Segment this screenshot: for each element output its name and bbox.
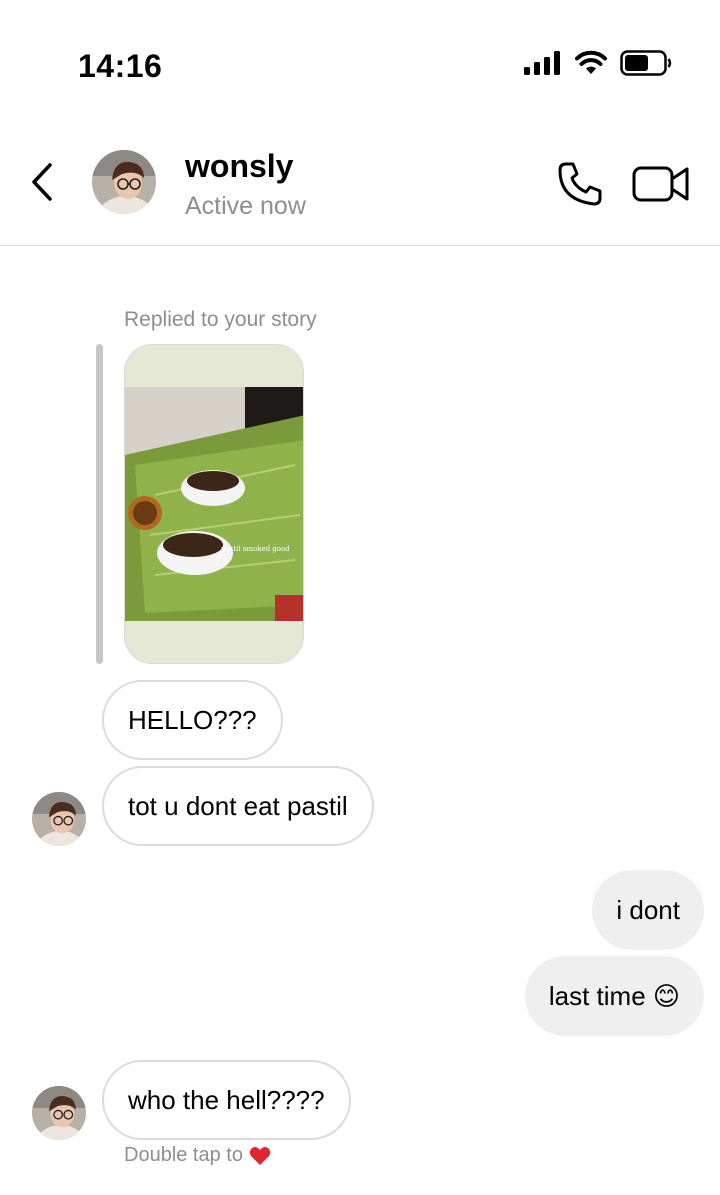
video-call-button[interactable] — [632, 160, 690, 208]
back-button[interactable] — [26, 160, 58, 204]
reply-indicator-bar — [96, 344, 103, 664]
avatar[interactable] — [92, 150, 156, 214]
avatar[interactable] — [32, 792, 86, 846]
call-button[interactable] — [556, 160, 604, 208]
heart-icon — [249, 1146, 271, 1165]
story-thumbnail[interactable]: pastil smoked good — [124, 344, 304, 664]
phone-icon — [558, 162, 602, 206]
chevron-left-icon — [32, 163, 52, 201]
chat-header: wonsly Active now — [0, 130, 720, 246]
message-text: i dont — [616, 894, 680, 925]
contact-name[interactable]: wonsly — [185, 148, 293, 185]
message-bubble[interactable]: i dont — [592, 870, 704, 950]
status-time: 14:16 — [78, 48, 163, 84]
message-text: who the hell???? — [128, 1084, 325, 1115]
video-camera-icon — [632, 166, 689, 202]
message-bubble[interactable]: who the hell???? — [102, 1060, 351, 1140]
wifi-icon — [575, 50, 607, 74]
replied-to-story-label: Replied to your story — [124, 308, 317, 331]
message-bubble[interactable]: last time 😊 — [524, 956, 704, 1036]
direct-message-screen: 14:16 wonsly Active now Replied to your … — [0, 0, 720, 1195]
status-icons — [524, 50, 672, 76]
double-tap-hint: Double tap to — [124, 1144, 271, 1167]
double-tap-label: Double tap to — [124, 1144, 243, 1166]
signal-icon — [524, 51, 560, 75]
message-bubble[interactable]: tot u dont eat pastil — [102, 766, 374, 846]
contact-status: Active now — [185, 192, 306, 220]
message-text: tot u dont eat pastil — [128, 790, 348, 821]
message-text: HELLO??? — [128, 704, 257, 735]
story-caption: pastil smoked good — [221, 545, 290, 553]
battery-icon — [620, 50, 672, 76]
message-bubble[interactable]: HELLO??? — [102, 680, 283, 760]
avatar[interactable] — [32, 1086, 86, 1140]
message-text: last time 😊 — [548, 980, 680, 1011]
